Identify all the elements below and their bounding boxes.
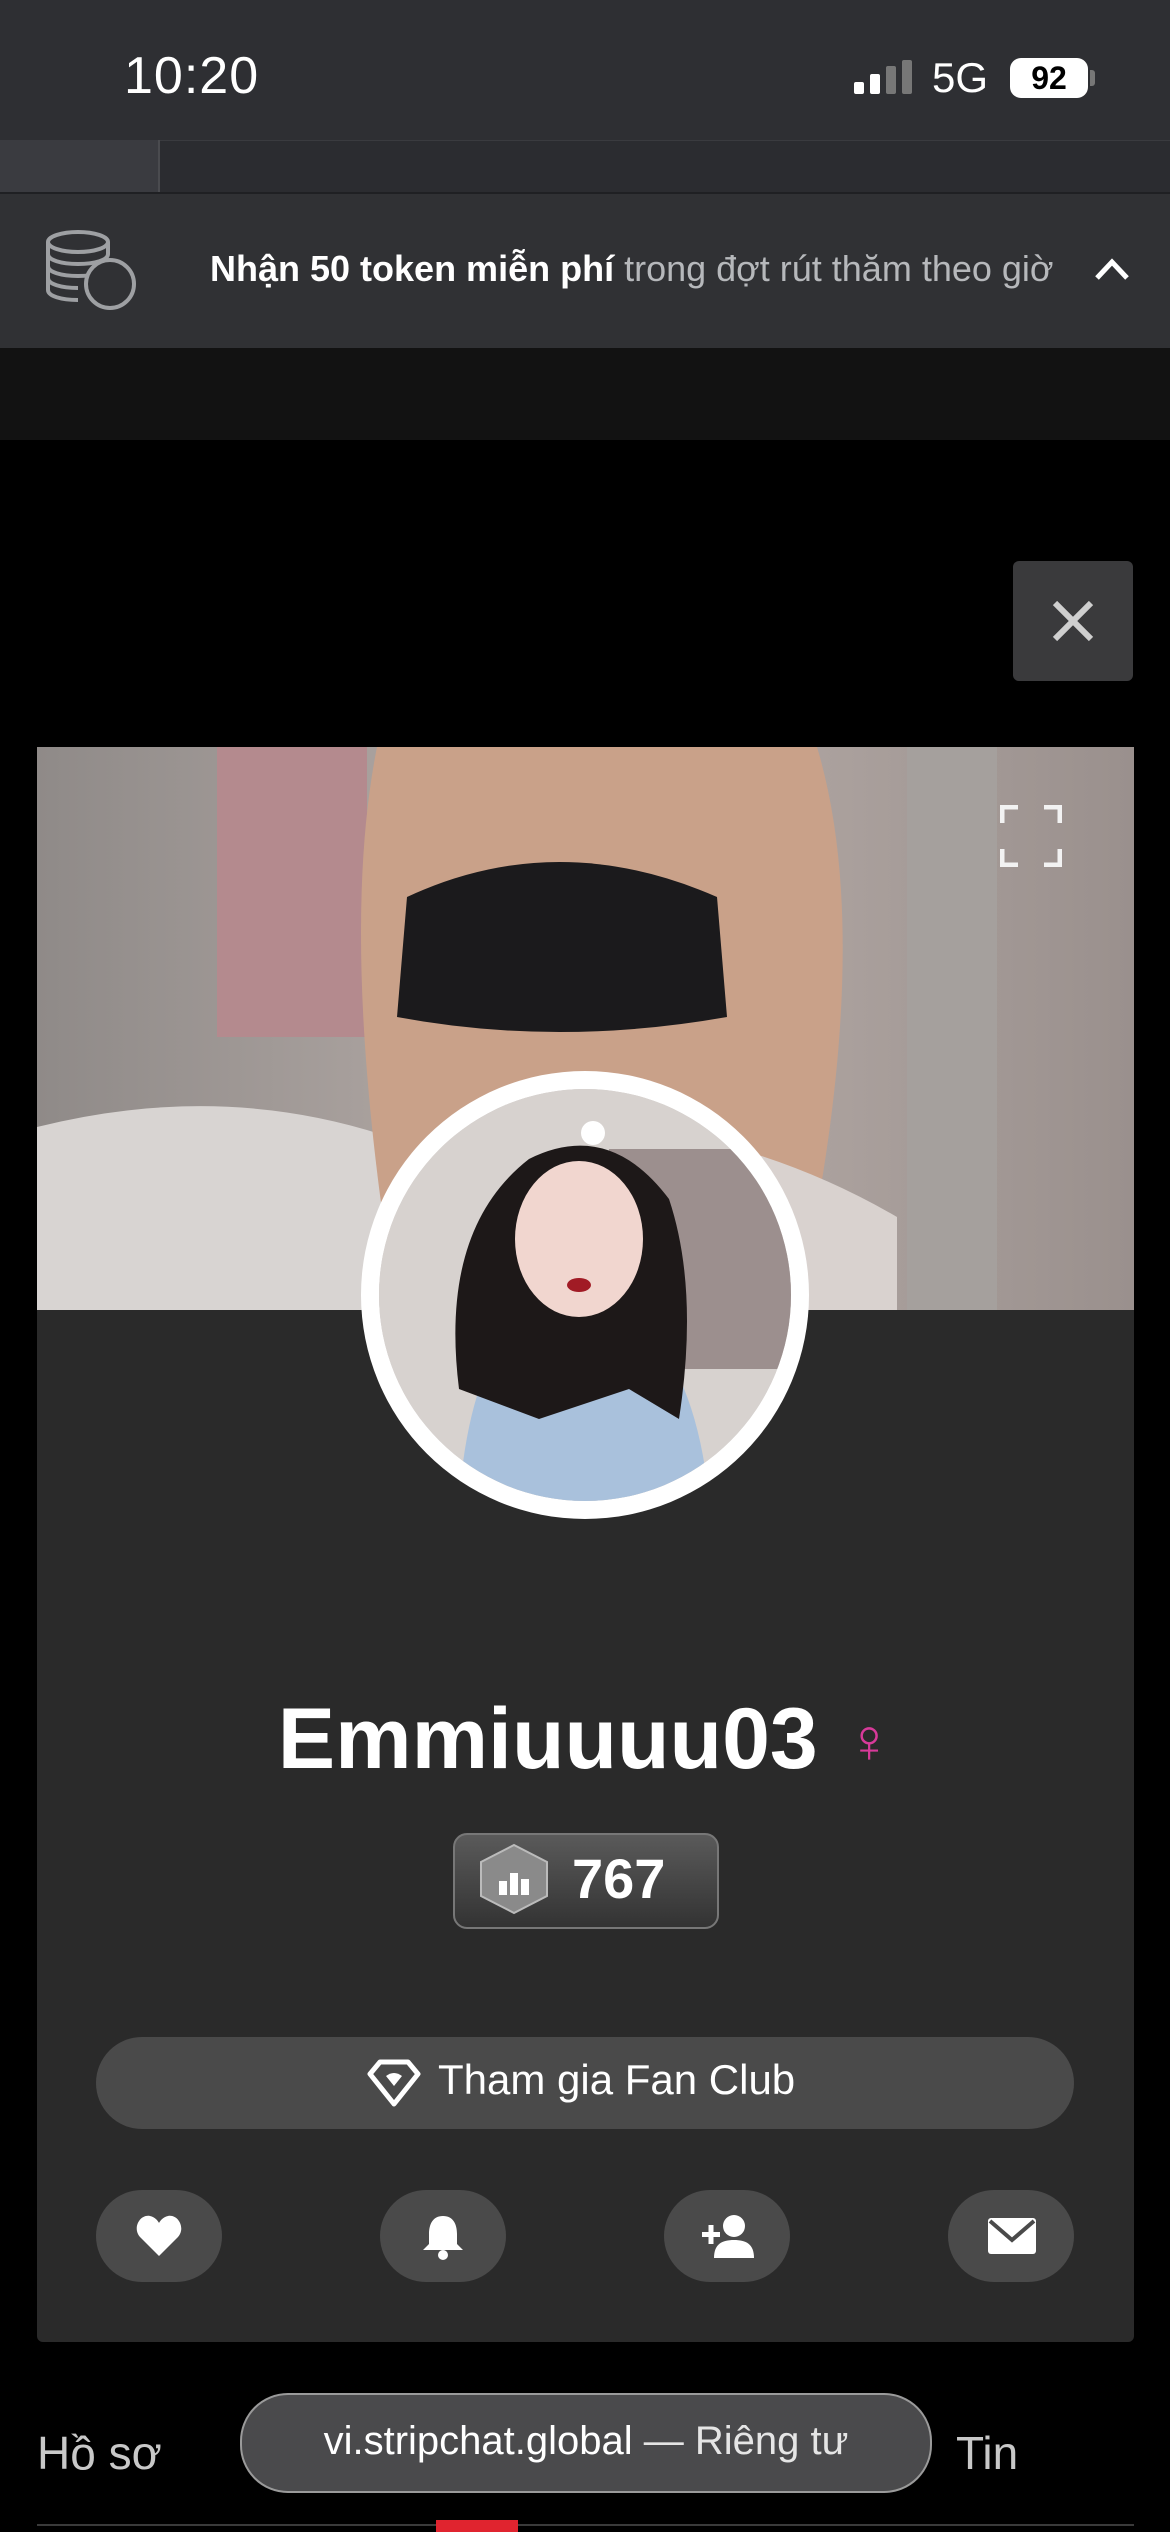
tab-profile[interactable]: Hồ sơ: [37, 2426, 162, 2480]
expand-icon[interactable]: [1000, 805, 1062, 867]
status-time: 10:20: [124, 47, 260, 105]
username-text: Emmiuuuu03: [277, 1691, 818, 1787]
gender-icon: ♀: [845, 1707, 893, 1776]
battery-tip: [1090, 70, 1095, 86]
battery-icon: 92: [1010, 58, 1088, 98]
coins-icon: [46, 230, 136, 310]
add-user-icon: [702, 2215, 754, 2258]
message-button[interactable]: [948, 2190, 1074, 2282]
nav-tab[interactable]: [0, 140, 160, 192]
envelope-icon: [988, 2218, 1036, 2254]
add-friend-button[interactable]: [664, 2190, 790, 2282]
close-icon: [1052, 600, 1094, 642]
browser-nav-strip: [0, 140, 1170, 193]
promo-highlight: Nhận 50 token miễn phí: [210, 248, 615, 289]
level-number: 767: [572, 1847, 666, 1910]
promo-text: Nhận 50 token miễn phí trong đợt rút thă…: [210, 248, 1054, 290]
bell-icon: [423, 2216, 463, 2260]
notify-button[interactable]: [380, 2190, 506, 2282]
url-bar[interactable]: vi.stripchat.global — Riêng tư: [240, 2393, 932, 2493]
close-button[interactable]: [1013, 561, 1133, 681]
tab-news[interactable]: Tin: [956, 2426, 1018, 2480]
url-suffix: — Riêng tư: [632, 2419, 849, 2463]
profile-username: Emmiuuuu03 ♀: [0, 1690, 1170, 1789]
promo-rest: trong đợt rút thăm theo giờ: [614, 248, 1054, 289]
avatar[interactable]: [379, 1089, 791, 1501]
chevron-up-icon[interactable]: [1094, 254, 1130, 284]
diamond-heart-icon: [367, 2059, 421, 2107]
network-type: 5G: [932, 54, 989, 101]
active-tab-indicator: [436, 2520, 518, 2532]
fan-club-label: Tham gia Fan Club: [438, 2056, 796, 2103]
cellular-signal-icon: [854, 60, 912, 94]
favorite-button[interactable]: [96, 2190, 222, 2282]
heart-icon: [136, 2215, 182, 2256]
tab-divider: [37, 2524, 1134, 2526]
level-hexagon-icon: [480, 1843, 548, 1915]
spacer-bar: [0, 348, 1170, 440]
url-domain: vi.stripchat.global: [323, 2419, 633, 2463]
